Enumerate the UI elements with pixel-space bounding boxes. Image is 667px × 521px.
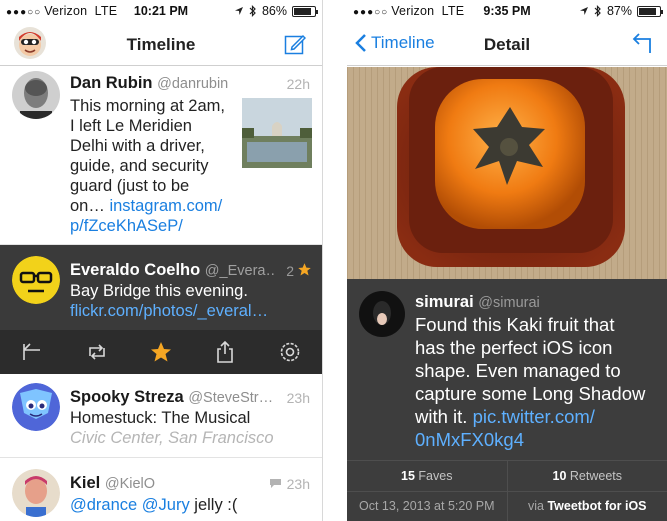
- tweet-row[interactable]: Dan Rubin @danrubin 22h This morning at …: [0, 67, 322, 245]
- tweet-client[interactable]: via Tweetbot for iOS: [508, 492, 667, 521]
- author-handle: @KielO: [104, 476, 156, 492]
- tweet-time: 22h: [286, 76, 310, 92]
- star-icon[interactable]: [149, 340, 173, 364]
- status-bar: ●●●○○ Verizon LTE 10:21 PM 86%: [0, 0, 322, 22]
- nav-bar: Timeline Detail: [347, 22, 667, 66]
- avatar: [12, 256, 60, 304]
- author-name: Everaldo Coelho: [70, 261, 201, 279]
- tweet-link[interactable]: flickr.com/photos/_everal…: [70, 301, 315, 321]
- tweet-action-bar: [0, 330, 322, 374]
- author-name: Kiel: [70, 474, 101, 492]
- tweet-link-continued[interactable]: 0nMxFX0kg4: [415, 428, 655, 451]
- location-icon: [579, 7, 588, 15]
- avatar: [12, 383, 60, 431]
- author-handle: @simurai: [478, 295, 540, 311]
- battery-icon: [637, 5, 663, 17]
- tweet-meta: Oct 13, 2013 at 5:20 PM via Tweetbot for…: [347, 491, 667, 521]
- avatar: [12, 71, 60, 119]
- tweet-time: 23h: [286, 476, 310, 492]
- reply-icon[interactable]: [631, 31, 653, 55]
- tweet-date: Oct 13, 2013 at 5:20 PM: [347, 492, 508, 521]
- author-name: simurai: [415, 293, 474, 311]
- tweet-text: Found this Kaki fruit that has the perfe…: [415, 313, 655, 451]
- bluetooth-icon: [249, 5, 256, 17]
- tweet-row[interactable]: Kiel @KielO 23h @drance @Jury jelly :(: [0, 458, 322, 521]
- avatar: [12, 469, 60, 517]
- tweet-photo-thumbnail[interactable]: [242, 98, 312, 168]
- page-title: Detail: [483, 35, 531, 54]
- author-handle: @danrubin: [157, 76, 229, 92]
- retweet-icon[interactable]: [85, 340, 109, 364]
- page-title: Timeline: [126, 35, 196, 54]
- tweet-photo[interactable]: [347, 67, 667, 279]
- conversation-icon: [270, 479, 281, 488]
- reply-icon[interactable]: [20, 340, 44, 364]
- gear-icon[interactable]: [278, 340, 302, 364]
- tweet-link-continued[interactable]: p/fZceKhASeP/: [70, 216, 240, 236]
- mention-link[interactable]: @Jury: [142, 496, 190, 514]
- tweet-link[interactable]: instagram.com/: [109, 197, 222, 215]
- tweet-text: @drance @Jury jelly :(: [70, 496, 238, 514]
- tweet-text: Bay Bridge this evening. flickr.com/phot…: [70, 281, 315, 321]
- battery-percent: 87%: [606, 4, 632, 18]
- location-icon: [234, 7, 243, 15]
- faves-count[interactable]: 15 Faves: [347, 461, 508, 491]
- tweet-stats: 15 Faves 10 Retweets: [347, 460, 667, 491]
- tweet-time: 2: [286, 263, 294, 279]
- tweet-row[interactable]: Spooky Streza @SteveStr… 23h Homestuck: …: [0, 374, 322, 458]
- tweet-time: 23h: [286, 390, 310, 406]
- nav-bar: Timeline: [0, 22, 322, 66]
- mention-link[interactable]: @drance: [70, 496, 137, 514]
- battery-icon: [292, 5, 318, 17]
- tweet-link[interactable]: pic.twitter.com/: [473, 406, 595, 427]
- author-handle: @_Evera…: [204, 263, 274, 279]
- battery-percent: 86%: [261, 4, 287, 18]
- compose-icon[interactable]: [284, 33, 306, 55]
- avatar: [359, 291, 405, 337]
- author-name: Dan Rubin: [70, 74, 153, 92]
- timeline-screen: ●●●○○Verizon LTE 10:21 PM 86% Timeline: [0, 0, 323, 521]
- detail-screen: ●●●○○ Verizon LTE 9:35 PM 87% Timeline De…: [347, 0, 667, 521]
- favorited-star-icon: [298, 263, 311, 276]
- author-handle: @SteveStr…: [188, 390, 274, 406]
- author-name: Spooky Streza: [70, 388, 184, 406]
- tweet-text: This morning at 2am, I left Le Meridien …: [70, 96, 240, 236]
- status-bar: ●●●○○ Verizon LTE 9:35 PM 87%: [347, 0, 667, 22]
- tweet-text: Homestuck: The Musical Civic Center, San…: [70, 408, 315, 448]
- bluetooth-icon: [594, 5, 601, 17]
- retweets-count[interactable]: 10 Retweets: [508, 461, 667, 491]
- tweet-detail: simurai @simurai Found this Kaki fruit t…: [347, 279, 667, 521]
- share-icon[interactable]: [213, 340, 237, 364]
- tweet-row-selected[interactable]: Everaldo Coelho @_Evera… 2 Bay Bridge th…: [0, 245, 322, 330]
- tweet-location[interactable]: Civic Center, San Francisco: [70, 428, 315, 448]
